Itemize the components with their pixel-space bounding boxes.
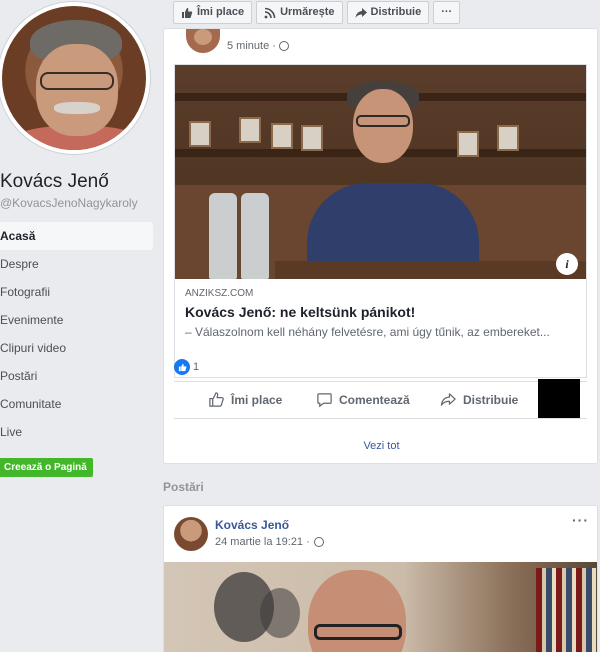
post-card: Kovács Jenő 24 martie la 19:21 · ··· [163, 505, 598, 652]
more-options-button[interactable]: ··· [433, 1, 461, 24]
comment-label: Comentează [339, 392, 410, 407]
post-action-row: Îmi place Comentează Distribuie [174, 382, 587, 418]
share-arrow-icon [355, 7, 367, 18]
reaction-count: 1 [193, 361, 200, 373]
info-icon[interactable]: i [556, 253, 578, 275]
globe-icon [313, 537, 324, 547]
post-time-text[interactable]: 5 minute · [227, 40, 276, 52]
thumbs-up-icon [182, 7, 193, 18]
nav-item-community[interactable]: Comunitate [0, 390, 155, 418]
page-handle[interactable]: @KovacsJenoNagykaroly [0, 196, 138, 210]
post-time-text[interactable]: 24 martie la 19:21 · [215, 536, 310, 548]
link-title[interactable]: Kovács Jenő: ne keltsünk pánikot! [185, 304, 576, 320]
share-page-button[interactable]: Distribuie [346, 1, 430, 24]
nav-item-photos[interactable]: Fotografii [0, 278, 155, 306]
link-domain: ANZIKSZ.COM [185, 288, 254, 299]
nav-item-posts[interactable]: Postări [0, 362, 155, 390]
link-description: – Válaszolnom kell néhány felvetésre, am… [185, 325, 550, 339]
page-sidebar: Kovács Jenő @KovacsJenoNagykaroly Acasă … [0, 0, 155, 652]
globe-icon [278, 41, 289, 51]
posts-section-title: Postări [163, 480, 204, 494]
share-page-label: Distribuie [370, 6, 422, 18]
comment-button[interactable]: Comentează [316, 391, 410, 408]
post-author-avatar[interactable] [174, 517, 208, 551]
link-preview-image[interactable]: i [175, 65, 586, 279]
post-more-options-button[interactable]: ··· [572, 512, 589, 528]
page-actions-bar: Îmi place Urmărește Distribuie ··· [173, 1, 464, 24]
create-page-button[interactable]: Creează o Pagină [0, 458, 93, 477]
like-page-label: Îmi place [197, 6, 245, 18]
nav-item-about[interactable]: Despre [0, 250, 155, 278]
post-author-avatar[interactable] [186, 29, 220, 53]
reaction-summary[interactable]: 1 [174, 359, 199, 375]
divider [174, 418, 587, 419]
like-post-button[interactable]: Îmi place [208, 391, 282, 408]
nav-item-live[interactable]: Live [0, 418, 155, 446]
share-post-button[interactable]: Distribuie [440, 391, 518, 408]
like-reaction-icon [174, 359, 190, 375]
like-page-button[interactable]: Îmi place [173, 1, 253, 24]
page-name[interactable]: Kovács Jenő [0, 171, 109, 193]
thumbs-up-outline-icon [209, 392, 224, 407]
page-nav: Acasă Despre Fotografii Evenimente Clipu… [0, 222, 155, 446]
featured-post-card: 5 minute · i ANZIKSZ.COM Kovács Jenő: ne… [163, 28, 598, 464]
redaction-box [538, 379, 580, 419]
like-post-label: Îmi place [231, 392, 283, 407]
link-preview[interactable]: i ANZIKSZ.COM Kovács Jenő: ne keltsünk p… [174, 64, 587, 378]
comment-icon [317, 393, 332, 408]
nav-item-home[interactable]: Acasă [0, 222, 153, 250]
share-post-label: Distribuie [463, 392, 519, 407]
follow-page-button[interactable]: Urmărește [256, 1, 343, 24]
follow-page-label: Urmărește [280, 6, 335, 18]
rss-icon [264, 7, 276, 18]
nav-item-events[interactable]: Evenimente [0, 306, 155, 334]
post-timestamp: 5 minute · [227, 40, 289, 52]
post-author-name[interactable]: Kovács Jenő [215, 518, 289, 532]
see-all-link[interactable]: Vezi tot [164, 440, 599, 452]
post-image[interactable] [164, 562, 597, 652]
profile-picture[interactable] [0, 2, 150, 154]
nav-item-videos[interactable]: Clipuri video [0, 334, 155, 362]
share-arrow-icon [440, 393, 456, 406]
post-timestamp: 24 martie la 19:21 · [215, 536, 324, 548]
